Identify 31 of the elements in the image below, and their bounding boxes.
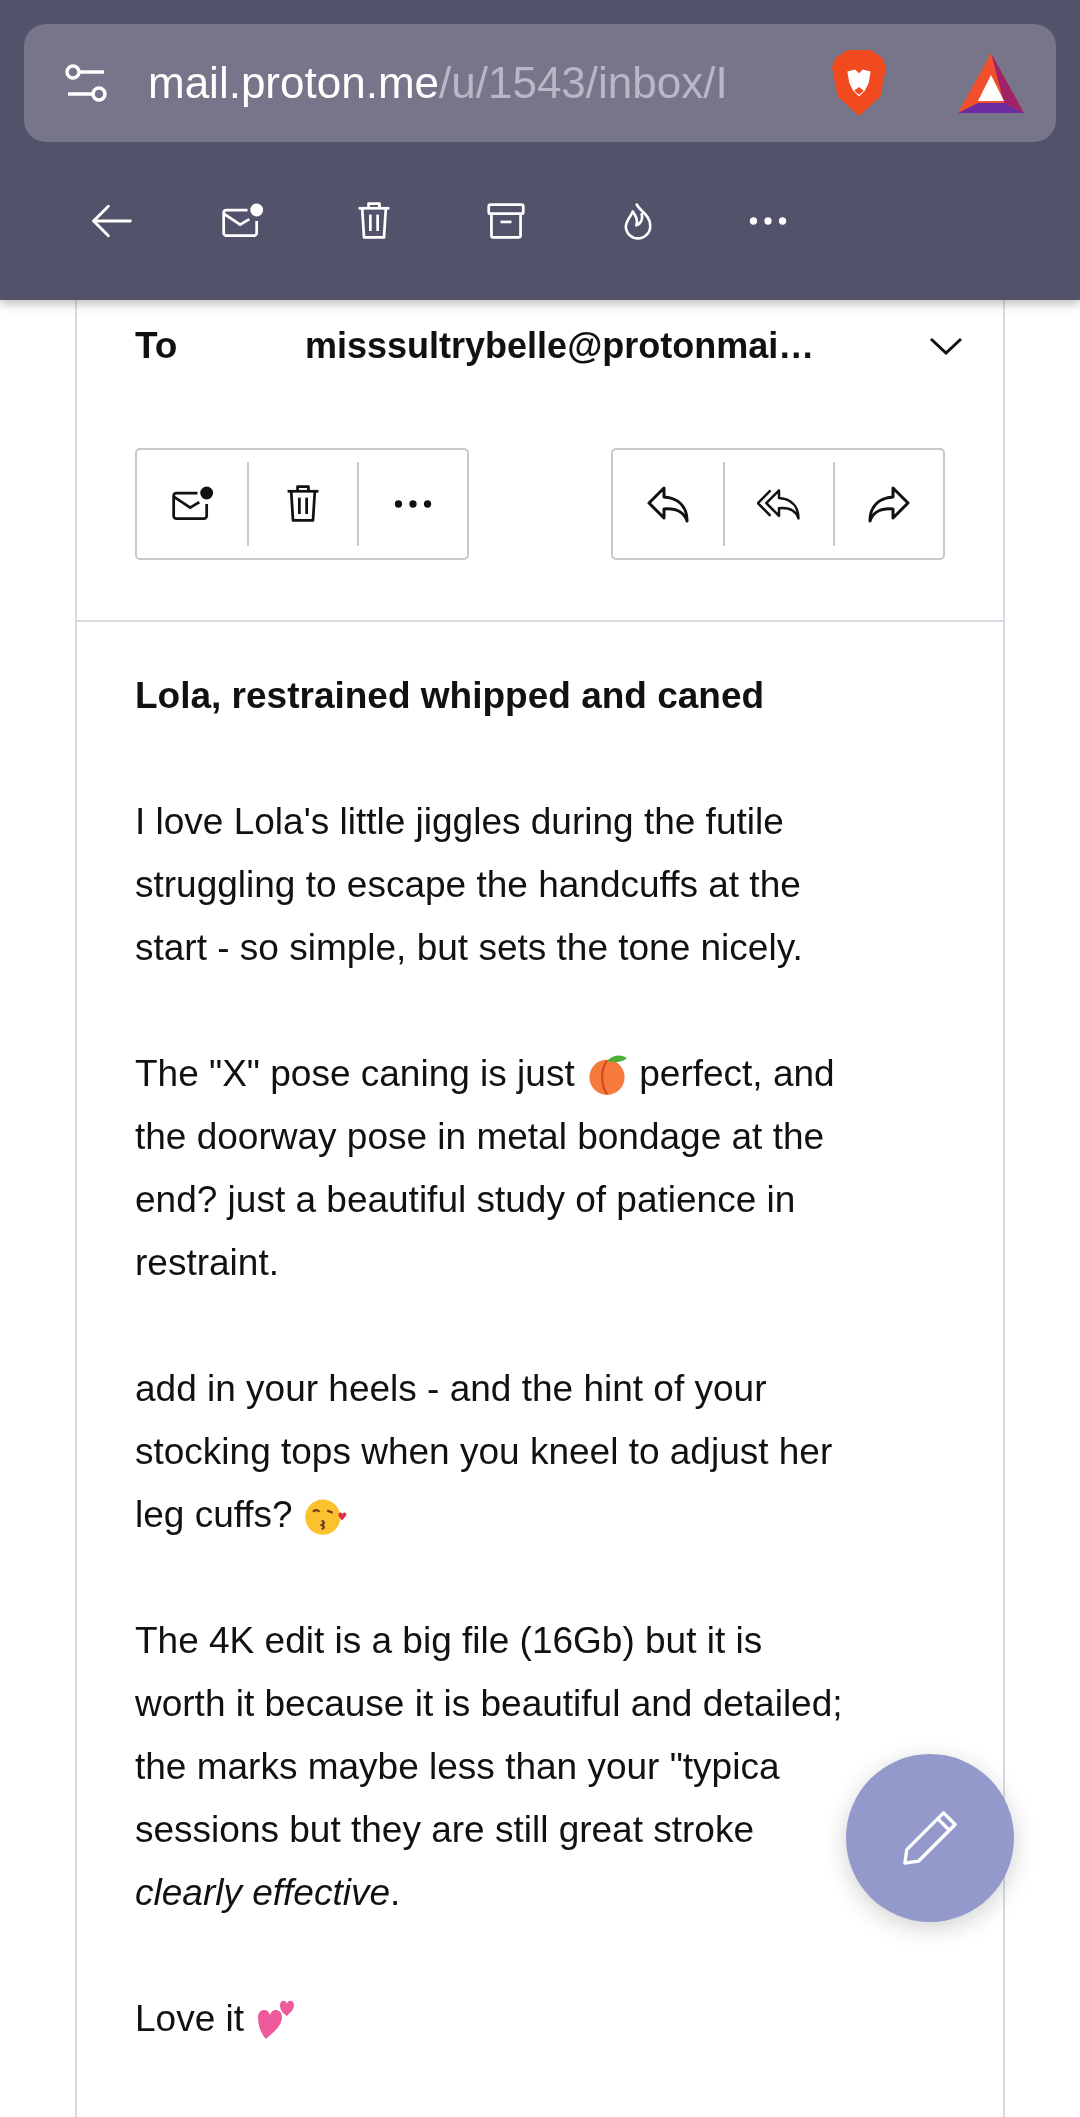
message-text: add in your heels - and the hint of your — [135, 1367, 767, 1411]
forward-icon[interactable] — [867, 484, 911, 524]
recipient-address: misssultrybelle@protonmai… — [305, 325, 816, 367]
more-options-icon[interactable] — [393, 499, 433, 509]
message-text: clearly effective. — [135, 1871, 401, 1915]
message-text: sessions but they are still great stroke — [135, 1808, 754, 1852]
recipient-label: To — [135, 325, 179, 367]
site-settings-icon[interactable] — [64, 63, 108, 103]
message-text: worth it because it is beautiful and detailed; — [135, 1682, 843, 1726]
message-text: start - so simple, but sets the tone nicely. — [135, 926, 803, 970]
url-text[interactable]: mail.proton.me/u/1543/inbox/I — [148, 58, 828, 108]
chevron-down-icon[interactable] — [929, 336, 963, 356]
message-text: stocking tops when you kneel to adjust her — [135, 1430, 833, 1474]
pencil-icon — [901, 1809, 959, 1867]
message-text: leg cuffs? — [135, 1493, 294, 1537]
message-subject: Lola, restrained whipped and caned — [135, 674, 766, 718]
reply-icon[interactable] — [646, 484, 690, 524]
message-text: I love Lola's little jiggles during the futile — [135, 800, 784, 844]
message-text: end? just a beautiful study of patience in — [135, 1178, 796, 1222]
message-text: struggling to escape the handcuffs at the — [135, 863, 801, 907]
message-text: The "X" pose caning is just — [135, 1052, 576, 1096]
more-options-icon[interactable] — [748, 216, 788, 226]
message-text: Love it — [135, 1997, 245, 2041]
archive-box-icon[interactable] — [484, 201, 528, 241]
message-text: the marks maybe less than your "typica — [135, 1745, 780, 1789]
message-text: the doorway pose in metal bondage at the — [135, 1115, 825, 1159]
message-text: perfect, and — [638, 1052, 835, 1096]
message-text: restraint. — [135, 1241, 279, 1285]
message-text: The 4K edit is a big file (16Gb) but it is — [135, 1619, 763, 1663]
triangle-icon[interactable] — [956, 51, 1026, 115]
address-bar[interactable]: mail.proton.me/u/1543/inbox/I — [24, 24, 1056, 142]
